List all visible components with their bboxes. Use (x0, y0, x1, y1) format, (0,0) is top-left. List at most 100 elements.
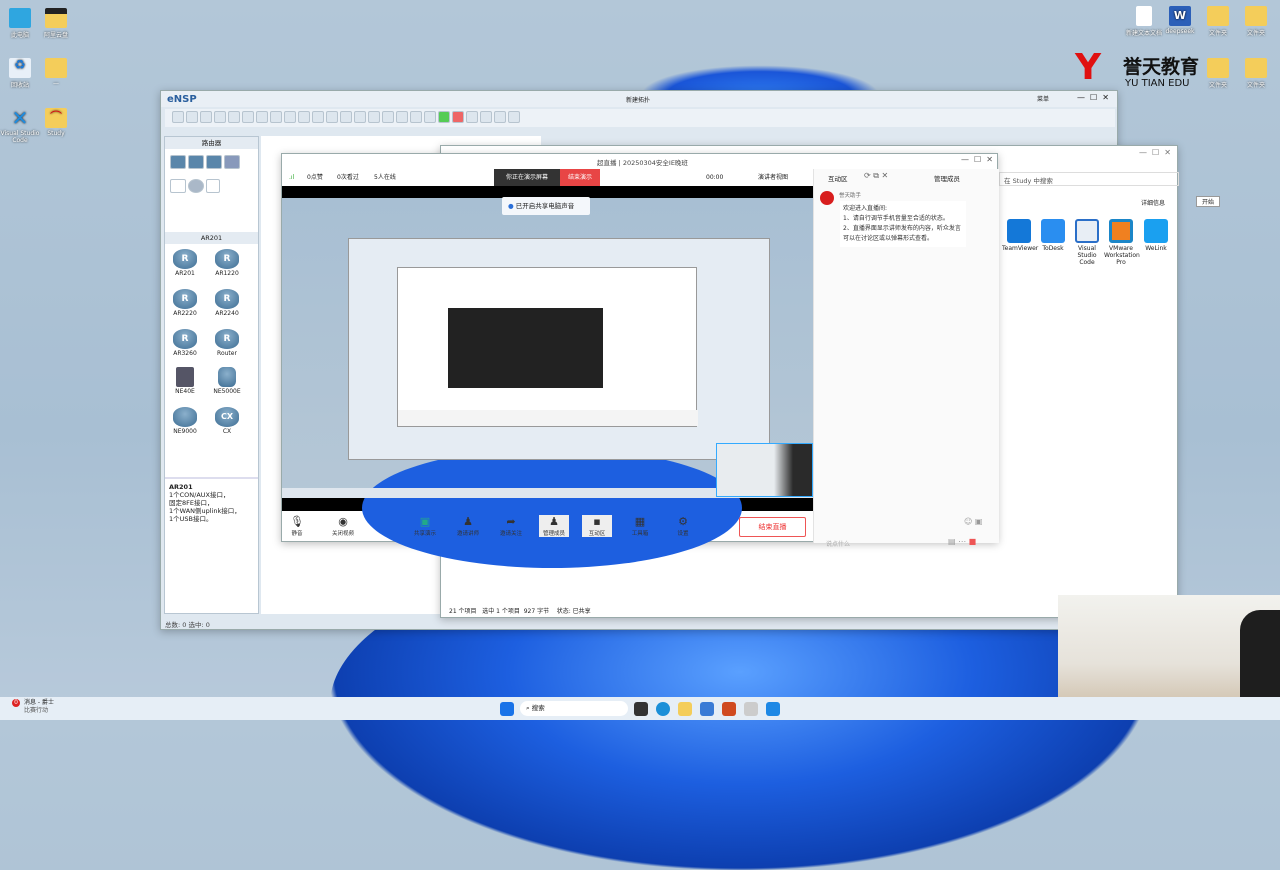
search-input[interactable]: 在 Study 中搜索 (999, 172, 1179, 186)
new-topo-icon[interactable] (186, 111, 198, 123)
interaction-button[interactable]: ▪ 互动区 (582, 515, 612, 537)
window-title: 新建拓扑 (626, 97, 651, 104)
text-icon[interactable] (340, 111, 352, 123)
timer: 00:00 (706, 174, 724, 181)
app-welink[interactable]: WeLink (1139, 219, 1173, 252)
rect-icon[interactable] (354, 111, 366, 123)
capture-icon[interactable] (466, 111, 478, 123)
settings-button[interactable]: ⚙ 设置 (668, 515, 698, 537)
device-ar2240[interactable]: R AR2240 (207, 289, 247, 317)
palette-icon[interactable] (382, 111, 394, 123)
mute-button[interactable]: 🎙 静音 (282, 515, 312, 537)
label: AR2220 (173, 310, 197, 317)
toolbox-button[interactable]: ▦ 工具箱 (625, 515, 655, 537)
desktop-icon-this-pc[interactable]: 此电脑 (0, 8, 40, 39)
desktop-icon-folder[interactable]: 文件夹 (1236, 6, 1276, 37)
zoom-out-icon[interactable] (410, 111, 422, 123)
app-todesk[interactable]: ToDesk (1036, 219, 1070, 252)
sender-name: 誉天助手 (839, 193, 862, 199)
task-view-icon[interactable] (634, 702, 648, 716)
live-app-icon[interactable] (766, 702, 780, 716)
invite-follow-button[interactable]: ➦ 邀请关注 (496, 515, 526, 537)
camera-button[interactable]: ◉ 关闭视频 (328, 515, 358, 537)
stop-device-icon[interactable] (452, 111, 464, 123)
details-button[interactable]: 详细信息 (1141, 198, 1165, 207)
emoji-icon[interactable]: ☺ ▣ (964, 517, 982, 526)
save-icon[interactable] (214, 111, 226, 123)
window-controls[interactable]: — ☐ ✕ (961, 155, 993, 164)
select-icon[interactable] (284, 111, 296, 123)
manage-members-button[interactable]: ♟ 管理成员 (539, 515, 569, 537)
desktop-icon-text-file[interactable]: 新建文本文档 (1124, 6, 1164, 37)
device-description: AR201 1个CON/AUX接口， 固定8FE接口， 1个WAN侧uplink… (165, 477, 258, 527)
weather-badge: 0 (12, 699, 20, 707)
undo-icon[interactable] (256, 111, 268, 123)
taskbar-search[interactable]: ⌕ 搜索 (520, 701, 628, 716)
label: 工具箱 (631, 531, 649, 537)
edge-icon[interactable] (656, 702, 670, 716)
device-ar1220[interactable]: R AR1220 (207, 249, 247, 277)
redo-icon[interactable] (270, 111, 282, 123)
window-controls[interactable]: — ☐ ✕ (1139, 148, 1171, 157)
open-icon[interactable] (200, 111, 212, 123)
ellipse-icon[interactable] (368, 111, 380, 123)
category-router-icon[interactable] (169, 155, 241, 169)
invite-lecturer-button[interactable]: ♟ 邀请讲师 (453, 515, 483, 537)
sender-avatar (820, 191, 834, 205)
desktop-icon-word[interactable]: Wdeepseek (1160, 6, 1200, 35)
view-mode-select[interactable]: 演讲者视图 (758, 169, 788, 186)
grid-icon: ▦ (634, 515, 646, 528)
app-teamviewer[interactable]: TeamViewer (1002, 219, 1039, 252)
start-device-icon[interactable] (438, 111, 450, 123)
device-ar2220[interactable]: R AR2220 (165, 289, 205, 317)
desktop-icon-study[interactable]: ⌒ Study (36, 108, 76, 137)
zoom-in-icon[interactable] (396, 111, 408, 123)
app-vscode[interactable]: Visual Studio Code (1070, 219, 1104, 266)
delete-link-icon[interactable] (326, 111, 338, 123)
cli-icon[interactable] (480, 111, 492, 123)
save-as-icon[interactable] (228, 111, 240, 123)
fit-icon[interactable] (424, 111, 436, 123)
tab-manage-members[interactable]: 管理成员 (934, 173, 960, 183)
device-cx[interactable]: CX CX (207, 407, 247, 435)
device-ar201[interactable]: R AR201 (165, 249, 205, 277)
app-icon[interactable] (744, 702, 758, 716)
window-controls[interactable]: — ☐ ✕ (1077, 93, 1109, 102)
device-ne9000[interactable]: NE9000 (165, 407, 205, 435)
print-icon[interactable] (242, 111, 254, 123)
desktop-icon-folder[interactable]: 文件夹 (1198, 6, 1238, 37)
ensp-taskbar-icon[interactable] (700, 702, 714, 716)
label: 新建文本文档 (1125, 30, 1162, 37)
title-bar: eNSP 新建拓扑 菜单 — ☐ ✕ (161, 91, 1117, 107)
refresh-icon[interactable]: ⟳ ⧉ ✕ (864, 171, 888, 181)
desktop-icon-folder[interactable]: — (36, 58, 76, 87)
tab-interaction[interactable]: 互动区 (828, 173, 848, 183)
desktop-icon-folder[interactable]: 文件夹 (1236, 58, 1276, 89)
file-explorer-icon[interactable] (678, 702, 692, 716)
grid-icon[interactable] (494, 111, 506, 123)
end-live-button[interactable]: 结束直播 (739, 517, 806, 537)
weather-widget[interactable]: 0 消息 - 爵士 比赛行动 (12, 699, 54, 715)
move-icon[interactable] (298, 111, 310, 123)
device-ne5000e[interactable]: NE5000E (207, 367, 247, 395)
chat-input[interactable]: 说点什么 (826, 539, 850, 548)
share-button[interactable]: ▣ 共享演示 (410, 515, 440, 537)
chat-actions-icon[interactable]: ▤ ⋯ ■ (948, 537, 976, 546)
delete-icon[interactable] (312, 111, 324, 123)
device-ar3260[interactable]: R AR3260 (165, 329, 205, 357)
topology-icon[interactable] (508, 111, 520, 123)
menu-button[interactable]: 菜单 (1037, 94, 1049, 103)
desktop-icon-vscode[interactable]: ✕ Visual Studio Code (0, 108, 40, 144)
category-pc-icon[interactable] (169, 179, 221, 193)
label: TeamViewer (1002, 245, 1039, 252)
powerpoint-icon[interactable] (722, 702, 736, 716)
device-ne40e[interactable]: NE40E (165, 367, 205, 395)
start-button[interactable] (500, 702, 514, 716)
desktop-icon-folder[interactable]: 阿里云盘 (36, 8, 76, 39)
new-icon[interactable] (172, 111, 184, 123)
stop-present-button[interactable]: 结束演示 (560, 169, 600, 186)
label: Visual Studio Code (1077, 245, 1097, 266)
desktop-icon-recycle-bin[interactable]: ♻ 回收站 (0, 58, 40, 89)
device-router[interactable]: R Router (207, 329, 247, 357)
app-vmware[interactable]: VMware Workstation Pro (1104, 219, 1140, 266)
